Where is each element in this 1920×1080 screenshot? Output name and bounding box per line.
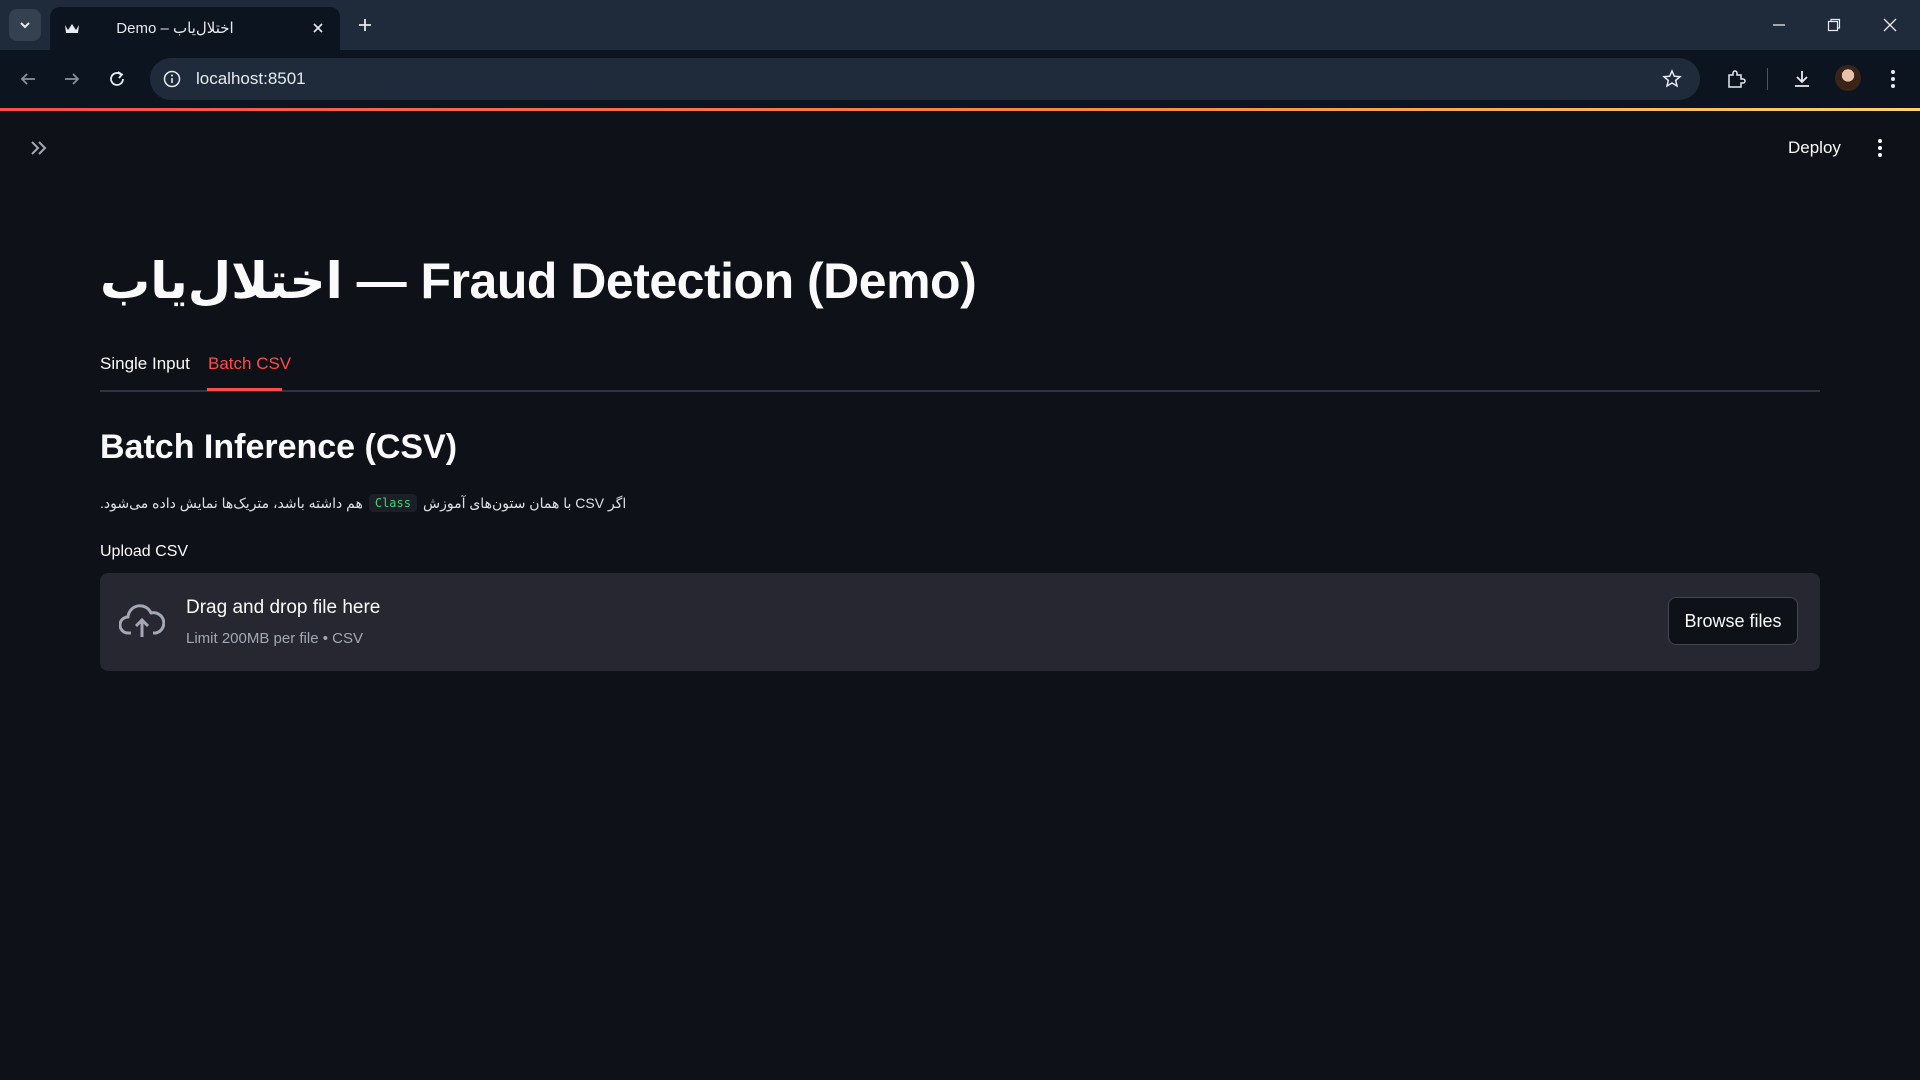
chrome-menu-icon[interactable] bbox=[1878, 64, 1908, 94]
minimize-icon[interactable] bbox=[1765, 12, 1793, 38]
profile-avatar[interactable] bbox=[1835, 65, 1861, 91]
tab-single-input[interactable]: Single Input bbox=[100, 354, 190, 374]
description-part-2: هم داشته باشد، متریک‌ها نمایش داده می‌شو… bbox=[100, 494, 363, 511]
star-icon[interactable] bbox=[1660, 67, 1684, 91]
reload-icon[interactable] bbox=[102, 64, 132, 94]
tab-list: Single Input Batch CSV bbox=[100, 350, 1820, 392]
browser-tab-title: Demo – اختلال‌یاب bbox=[116, 20, 234, 37]
dropzone-limit: Limit 200MB per file • CSV bbox=[186, 630, 363, 647]
sidebar-expand-icon[interactable] bbox=[26, 135, 52, 161]
dropzone-title: Drag and drop file here bbox=[186, 597, 381, 618]
tab-divider bbox=[100, 390, 1820, 392]
page-title: اختلال‌یاب — Fraud Detection (Demo) bbox=[100, 253, 977, 309]
close-icon[interactable] bbox=[308, 18, 328, 38]
toolbar-divider bbox=[1767, 68, 1768, 90]
upload-label: Upload CSV bbox=[100, 543, 189, 560]
app-header: Deploy bbox=[0, 111, 1920, 181]
back-icon[interactable] bbox=[13, 64, 43, 94]
file-dropzone[interactable]: Drag and drop file here Limit 200MB per … bbox=[100, 573, 1820, 671]
browse-files-button[interactable]: Browse files bbox=[1668, 597, 1798, 645]
url-text: localhost:8501 bbox=[196, 69, 306, 88]
browser-tab[interactable]: Demo – اختلال‌یاب bbox=[50, 7, 340, 50]
code-chip: Class bbox=[368, 494, 417, 512]
restore-icon[interactable] bbox=[1820, 12, 1848, 38]
extensions-icon[interactable] bbox=[1721, 64, 1751, 94]
plus-icon[interactable] bbox=[354, 14, 376, 36]
tab-batch-csv[interactable]: Batch CSV bbox=[208, 354, 291, 374]
section-title: Batch Inference (CSV) bbox=[100, 428, 458, 466]
site-info-icon[interactable] bbox=[160, 67, 184, 91]
description-part-1: اگر CSV با همان ستون‌های آموزش bbox=[422, 494, 627, 511]
close-window-icon[interactable] bbox=[1876, 12, 1904, 38]
chevron-down-icon bbox=[20, 22, 30, 29]
description-text: اگر CSV با همان ستون‌های آموزش Class هم … bbox=[100, 494, 626, 512]
forward-icon[interactable] bbox=[57, 64, 87, 94]
address-bar[interactable]: localhost:8501 bbox=[150, 58, 1700, 100]
browser-toolbar: localhost:8501 bbox=[0, 50, 1920, 108]
download-icon[interactable] bbox=[1787, 64, 1817, 94]
active-tab-indicator bbox=[207, 388, 282, 391]
cloud-upload-icon bbox=[119, 604, 165, 637]
tab-search-button[interactable] bbox=[9, 9, 41, 41]
deploy-button[interactable]: Deploy bbox=[1782, 134, 1847, 162]
browser-tab-strip: Demo – اختلال‌یاب bbox=[0, 0, 1920, 50]
kebab-menu-icon[interactable] bbox=[1868, 135, 1892, 161]
